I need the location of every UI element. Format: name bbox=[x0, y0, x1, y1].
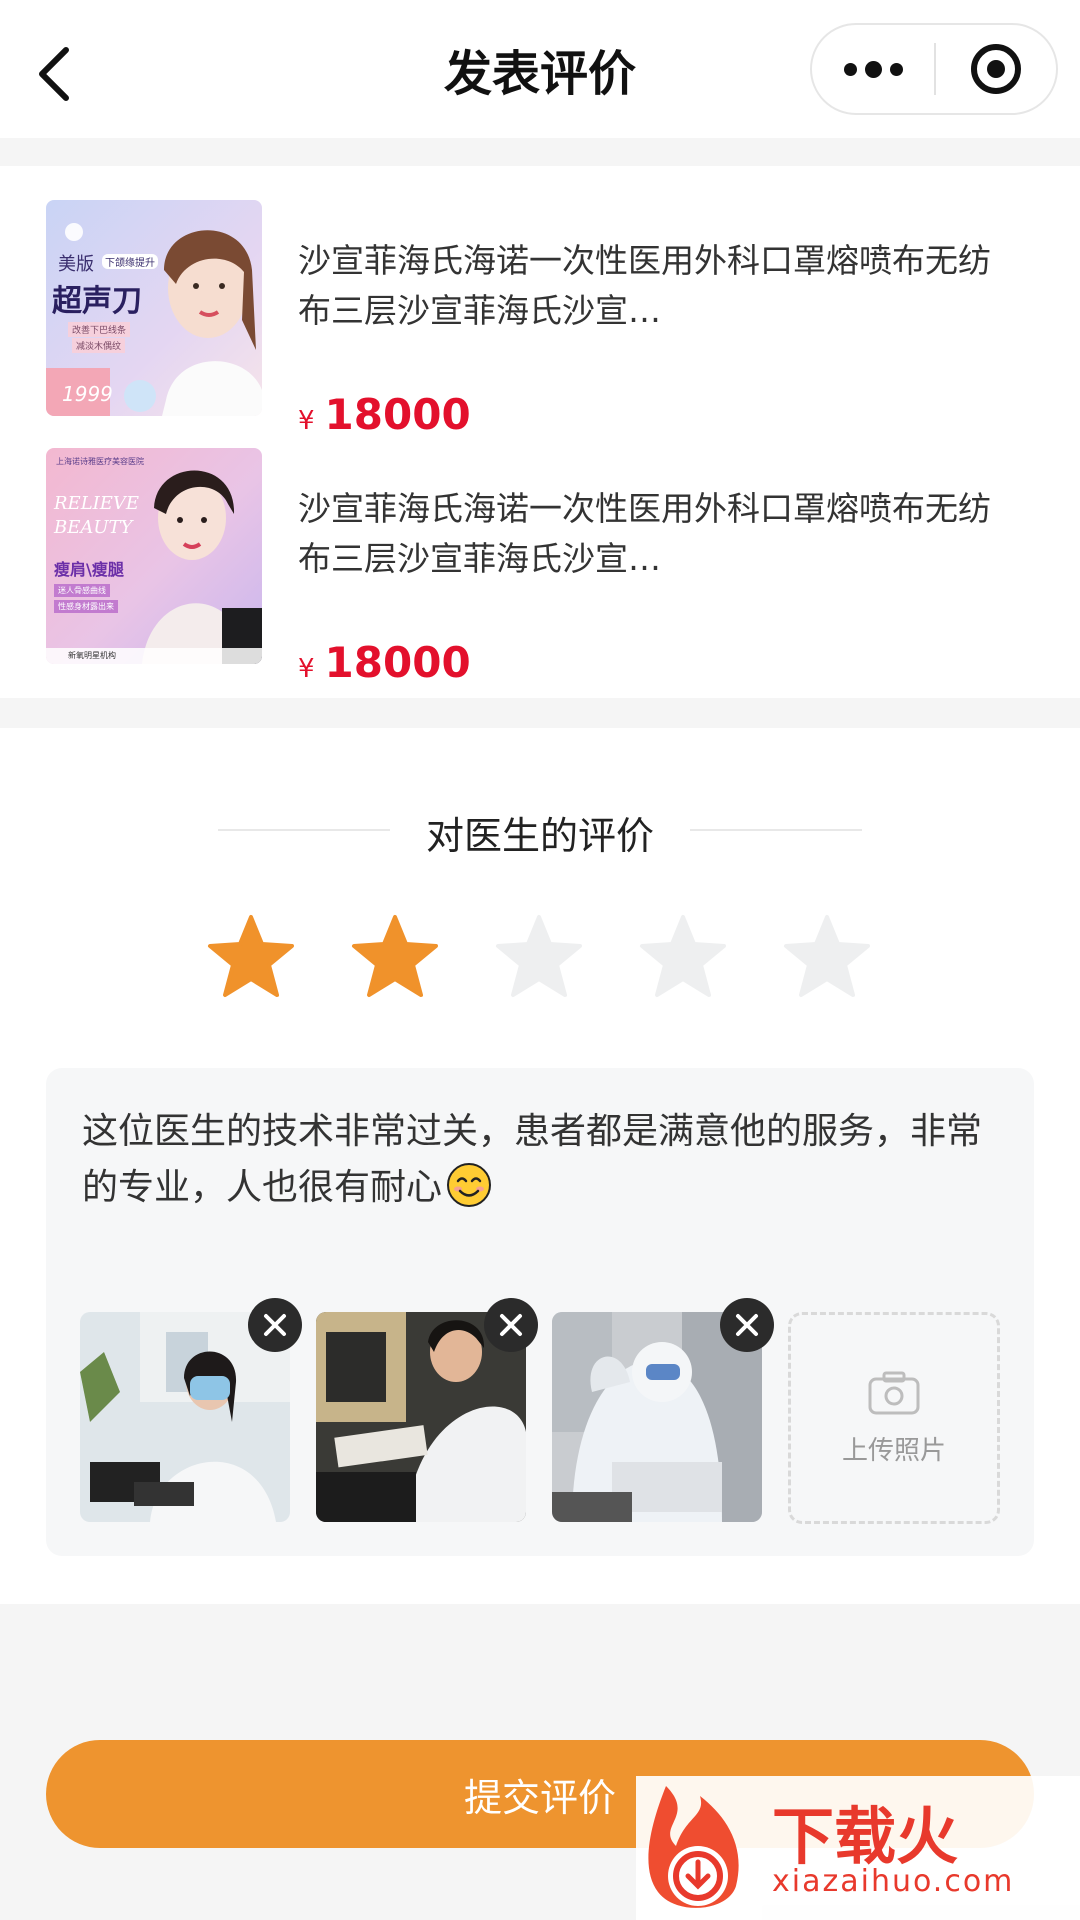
uploaded-photo[interactable] bbox=[552, 1298, 774, 1522]
more-dots-icon-end bbox=[889, 62, 903, 76]
thumb-text: 减淡木偶纹 bbox=[72, 338, 126, 353]
delete-photo-button[interactable] bbox=[248, 1298, 302, 1352]
photo-list: 上传照片 bbox=[80, 1298, 1000, 1524]
target-icon bbox=[970, 44, 1021, 94]
review-section: 对医生的评价 这位医生的技术非常过关，患者都是满意他的服务，非常的专业，人也很有… bbox=[0, 728, 1080, 1604]
thumb-text: 下颌缘提升 bbox=[102, 254, 158, 269]
watermark-brand: 下载火 bbox=[772, 1800, 959, 1873]
more-button[interactable] bbox=[812, 25, 934, 113]
title-divider-right bbox=[690, 829, 862, 831]
product-item[interactable]: 美版 下颌缘提升 超声刀 改善下巴线条 减淡木偶纹 1999 沙宣菲海氏海诺一次… bbox=[46, 200, 1046, 439]
product-list: 美版 下颌缘提升 超声刀 改善下巴线条 减淡木偶纹 1999 沙宣菲海氏海诺一次… bbox=[0, 166, 1080, 698]
star-empty-icon[interactable] bbox=[494, 913, 584, 999]
close-icon bbox=[500, 1314, 522, 1336]
thumb-text: 超声刀 bbox=[52, 284, 142, 319]
product-image: 上海诺诗雅医疗美容医院 RELIEVE BEAUTY 瘦肩\瘦腿 迷人骨感曲线 … bbox=[46, 448, 262, 664]
product-image: 美版 下颌缘提升 超声刀 改善下巴线条 减淡木偶纹 1999 bbox=[46, 200, 262, 416]
thumb-text: 改善下巴线条 bbox=[68, 322, 131, 337]
thumb-text: 上海诺诗雅医疗美容医院 bbox=[56, 457, 144, 466]
comment-text: 这位医生的技术非常过关，患者都是满意他的服务，非常的专业，人也很有耐心 bbox=[82, 1111, 983, 1208]
delete-photo-button[interactable] bbox=[720, 1298, 774, 1352]
thumb-text: 迷人骨感曲线 bbox=[54, 584, 110, 597]
currency-symbol: ¥ bbox=[298, 654, 315, 684]
product-name: 沙宣菲海氏海诺一次性医用外科口罩熔喷布无纺布三层沙宣菲海氏沙宣… bbox=[298, 489, 991, 578]
product-item[interactable]: 上海诺诗雅医疗美容医院 RELIEVE BEAUTY 瘦肩\瘦腿 迷人骨感曲线 … bbox=[46, 448, 1046, 687]
upload-label: 上传照片 bbox=[841, 1435, 946, 1466]
nav-bar: 发表评价 bbox=[0, 0, 1080, 138]
star-filled-icon[interactable] bbox=[350, 913, 440, 999]
mini-program-capsule bbox=[810, 23, 1058, 115]
thumb-text: 新氧明星机构 bbox=[68, 651, 116, 660]
price-value: 18000 bbox=[324, 638, 471, 687]
section-title: 对医生的评价 bbox=[425, 814, 654, 858]
thumb-text: 瘦肩\瘦腿 bbox=[54, 560, 124, 579]
flame-logo-icon bbox=[648, 1786, 739, 1908]
close-icon bbox=[264, 1314, 286, 1336]
watermark-domain: xiazaihuo.com bbox=[772, 1864, 1015, 1899]
thumb-text: 性感身材露出来 bbox=[54, 600, 118, 613]
delete-photo-button[interactable] bbox=[484, 1298, 538, 1352]
comment-input[interactable]: 这位医生的技术非常过关，患者都是满意他的服务，非常的专业，人也很有耐心 bbox=[82, 1104, 1012, 1216]
more-dots-icon-center bbox=[864, 60, 882, 78]
comment-box[interactable]: 这位医生的技术非常过关，患者都是满意他的服务，非常的专业，人也很有耐心 上传照片 bbox=[46, 1068, 1034, 1556]
close-icon bbox=[736, 1314, 758, 1336]
thumb-text: 1999 bbox=[62, 382, 113, 406]
smiling-face-icon bbox=[447, 1163, 492, 1207]
star-filled-icon[interactable] bbox=[206, 913, 296, 999]
uploaded-photo[interactable] bbox=[80, 1298, 302, 1522]
product-name: 沙宣菲海氏海诺一次性医用外科口罩熔喷布无纺布三层沙宣菲海氏沙宣… bbox=[298, 241, 991, 330]
star-empty-icon[interactable] bbox=[638, 913, 728, 999]
thumb-text: RELIEVE BEAUTY bbox=[54, 493, 140, 538]
upload-photo-button[interactable]: 上传照片 bbox=[788, 1312, 1000, 1524]
price-value: 18000 bbox=[324, 390, 471, 439]
more-dots-icon bbox=[843, 62, 857, 76]
thumb-text: 美版 bbox=[58, 254, 94, 275]
close-mini-program-button[interactable] bbox=[936, 25, 1056, 113]
uploaded-photo[interactable] bbox=[316, 1298, 538, 1522]
star-empty-icon[interactable] bbox=[782, 913, 872, 999]
watermark-logo: 下载火 xiazaihuo.com bbox=[636, 1776, 1080, 1920]
currency-symbol: ¥ bbox=[298, 406, 315, 436]
camera-icon bbox=[868, 1371, 920, 1414]
product-price: ¥ 18000 bbox=[298, 638, 471, 687]
product-price: ¥ 18000 bbox=[298, 390, 471, 439]
star-rating bbox=[206, 913, 872, 999]
